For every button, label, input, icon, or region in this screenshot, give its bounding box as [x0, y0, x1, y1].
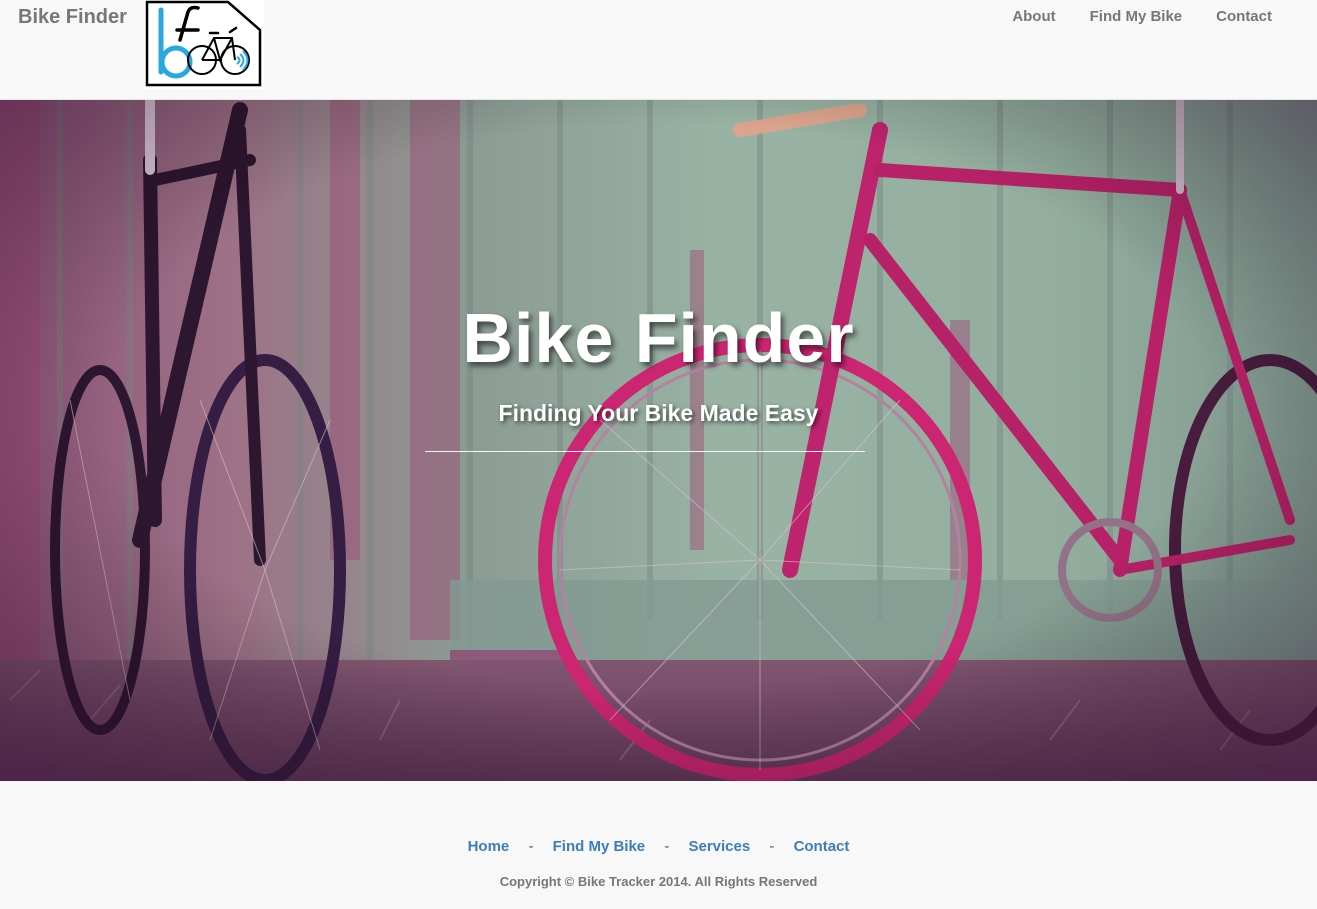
footer-find-my-bike-link[interactable]: Find My Bike — [553, 838, 646, 855]
navbar: Bike Finder About Find My Bike Contact — [0, 0, 1317, 100]
hero-divider — [425, 451, 865, 452]
footer-contact-link[interactable]: Contact — [794, 838, 850, 855]
nav-about-link[interactable]: About — [995, 8, 1072, 25]
hero-title: Bike Finder — [462, 299, 855, 377]
footer-separator: - — [664, 838, 670, 855]
footer: Home - Find My Bike - Services - Contact… — [0, 781, 1317, 909]
footer-separator: - — [528, 838, 534, 855]
footer-home-link[interactable]: Home — [468, 838, 510, 855]
hero-section: Bike Finder Finding Your Bike Made Easy — [0, 100, 1317, 781]
copyright-text: Copyright © Bike Tracker 2014. All Right… — [499, 874, 818, 889]
bicycles-photo — [0, 100, 1317, 781]
hero-subtitle: Finding Your Bike Made Easy — [498, 400, 819, 426]
brand-link[interactable]: Bike Finder — [18, 6, 127, 29]
nav-contact-link[interactable]: Contact — [1199, 8, 1289, 25]
nav-find-my-bike-link[interactable]: Find My Bike — [1073, 8, 1200, 25]
footer-services-link[interactable]: Services — [688, 838, 750, 855]
footer-separator: - — [769, 838, 775, 855]
footer-links: Home - Find My Bike - Services - Contact — [0, 838, 1317, 855]
nav-links: About Find My Bike Contact — [995, 8, 1289, 25]
bike-finder-logo-icon[interactable] — [144, 0, 264, 89]
